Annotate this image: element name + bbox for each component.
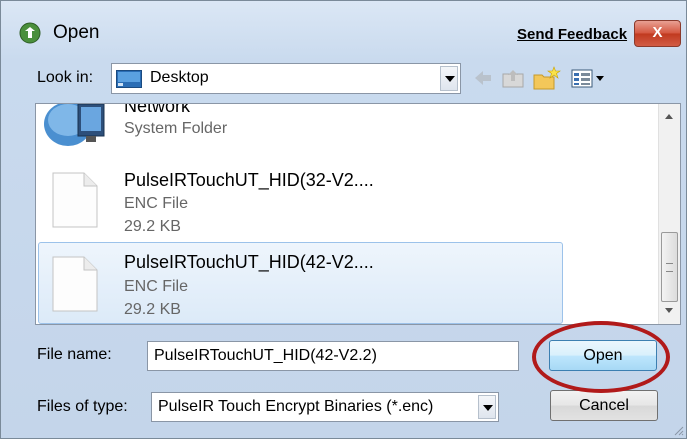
- scroll-up-icon[interactable]: [659, 108, 680, 126]
- view-menu-icon[interactable]: [570, 65, 606, 91]
- cancel-button[interactable]: Cancel: [550, 390, 658, 421]
- desktop-icon: [116, 70, 142, 88]
- file-name-input[interactable]: [147, 341, 519, 371]
- send-feedback-link[interactable]: Send Feedback: [517, 26, 627, 43]
- scroll-down-icon[interactable]: [659, 302, 680, 320]
- scroll-thumb[interactable]: [661, 232, 678, 302]
- file-list[interactable]: Network System Folder PulseIRTouchUT_HID…: [35, 103, 681, 325]
- file-type-dropdown[interactable]: PulseIR Touch Encrypt Binaries (*.enc): [151, 392, 499, 422]
- title-bar[interactable]: Open Send Feedback X: [1, 1, 686, 59]
- highlight-circle: [532, 321, 670, 393]
- file-name: Network: [124, 103, 191, 116]
- file-type: ENC File: [124, 195, 189, 212]
- file-name: PulseIRTouchUT_HID(32-V2....: [124, 170, 374, 190]
- look-in-chevron-down-icon[interactable]: [440, 66, 458, 91]
- file-type-label: Files of type:: [37, 398, 128, 415]
- list-item[interactable]: PulseIRTouchUT_HID(32-V2.... ENC File 29…: [36, 166, 660, 246]
- file-size: 29.2 KB: [124, 301, 181, 318]
- look-in-value: Desktop: [150, 69, 209, 86]
- document-icon: [52, 256, 98, 312]
- file-size: 29.2 KB: [124, 218, 181, 235]
- file-type: ENC File: [124, 278, 189, 295]
- up-folder-icon[interactable]: [501, 65, 525, 91]
- app-icon: [19, 22, 41, 44]
- list-item[interactable]: Network System Folder: [36, 103, 660, 150]
- new-folder-icon[interactable]: [532, 65, 562, 91]
- network-icon: [44, 104, 105, 146]
- file-type: System Folder: [124, 120, 228, 137]
- resize-grip-icon[interactable]: [672, 424, 684, 436]
- file-type-chevron-down-icon[interactable]: [478, 395, 496, 419]
- close-button[interactable]: X: [634, 20, 681, 47]
- document-icon: [52, 172, 98, 228]
- file-name-label: File name:: [37, 346, 112, 363]
- window-title: Open: [53, 22, 100, 43]
- look-in-label: Look in:: [37, 69, 94, 86]
- back-arrow-icon[interactable]: [472, 65, 494, 91]
- open-dialog: Open Send Feedback X Look in: Desktop Ne…: [0, 0, 687, 439]
- close-icon: X: [652, 24, 663, 41]
- file-name: PulseIRTouchUT_HID(42-V2....: [124, 252, 374, 272]
- vertical-scrollbar[interactable]: [658, 104, 680, 324]
- list-item-selected[interactable]: PulseIRTouchUT_HID(42-V2.... ENC File 29…: [36, 242, 660, 324]
- look-in-dropdown[interactable]: Desktop: [111, 63, 461, 94]
- file-type-value: PulseIR Touch Encrypt Binaries (*.enc): [158, 398, 434, 415]
